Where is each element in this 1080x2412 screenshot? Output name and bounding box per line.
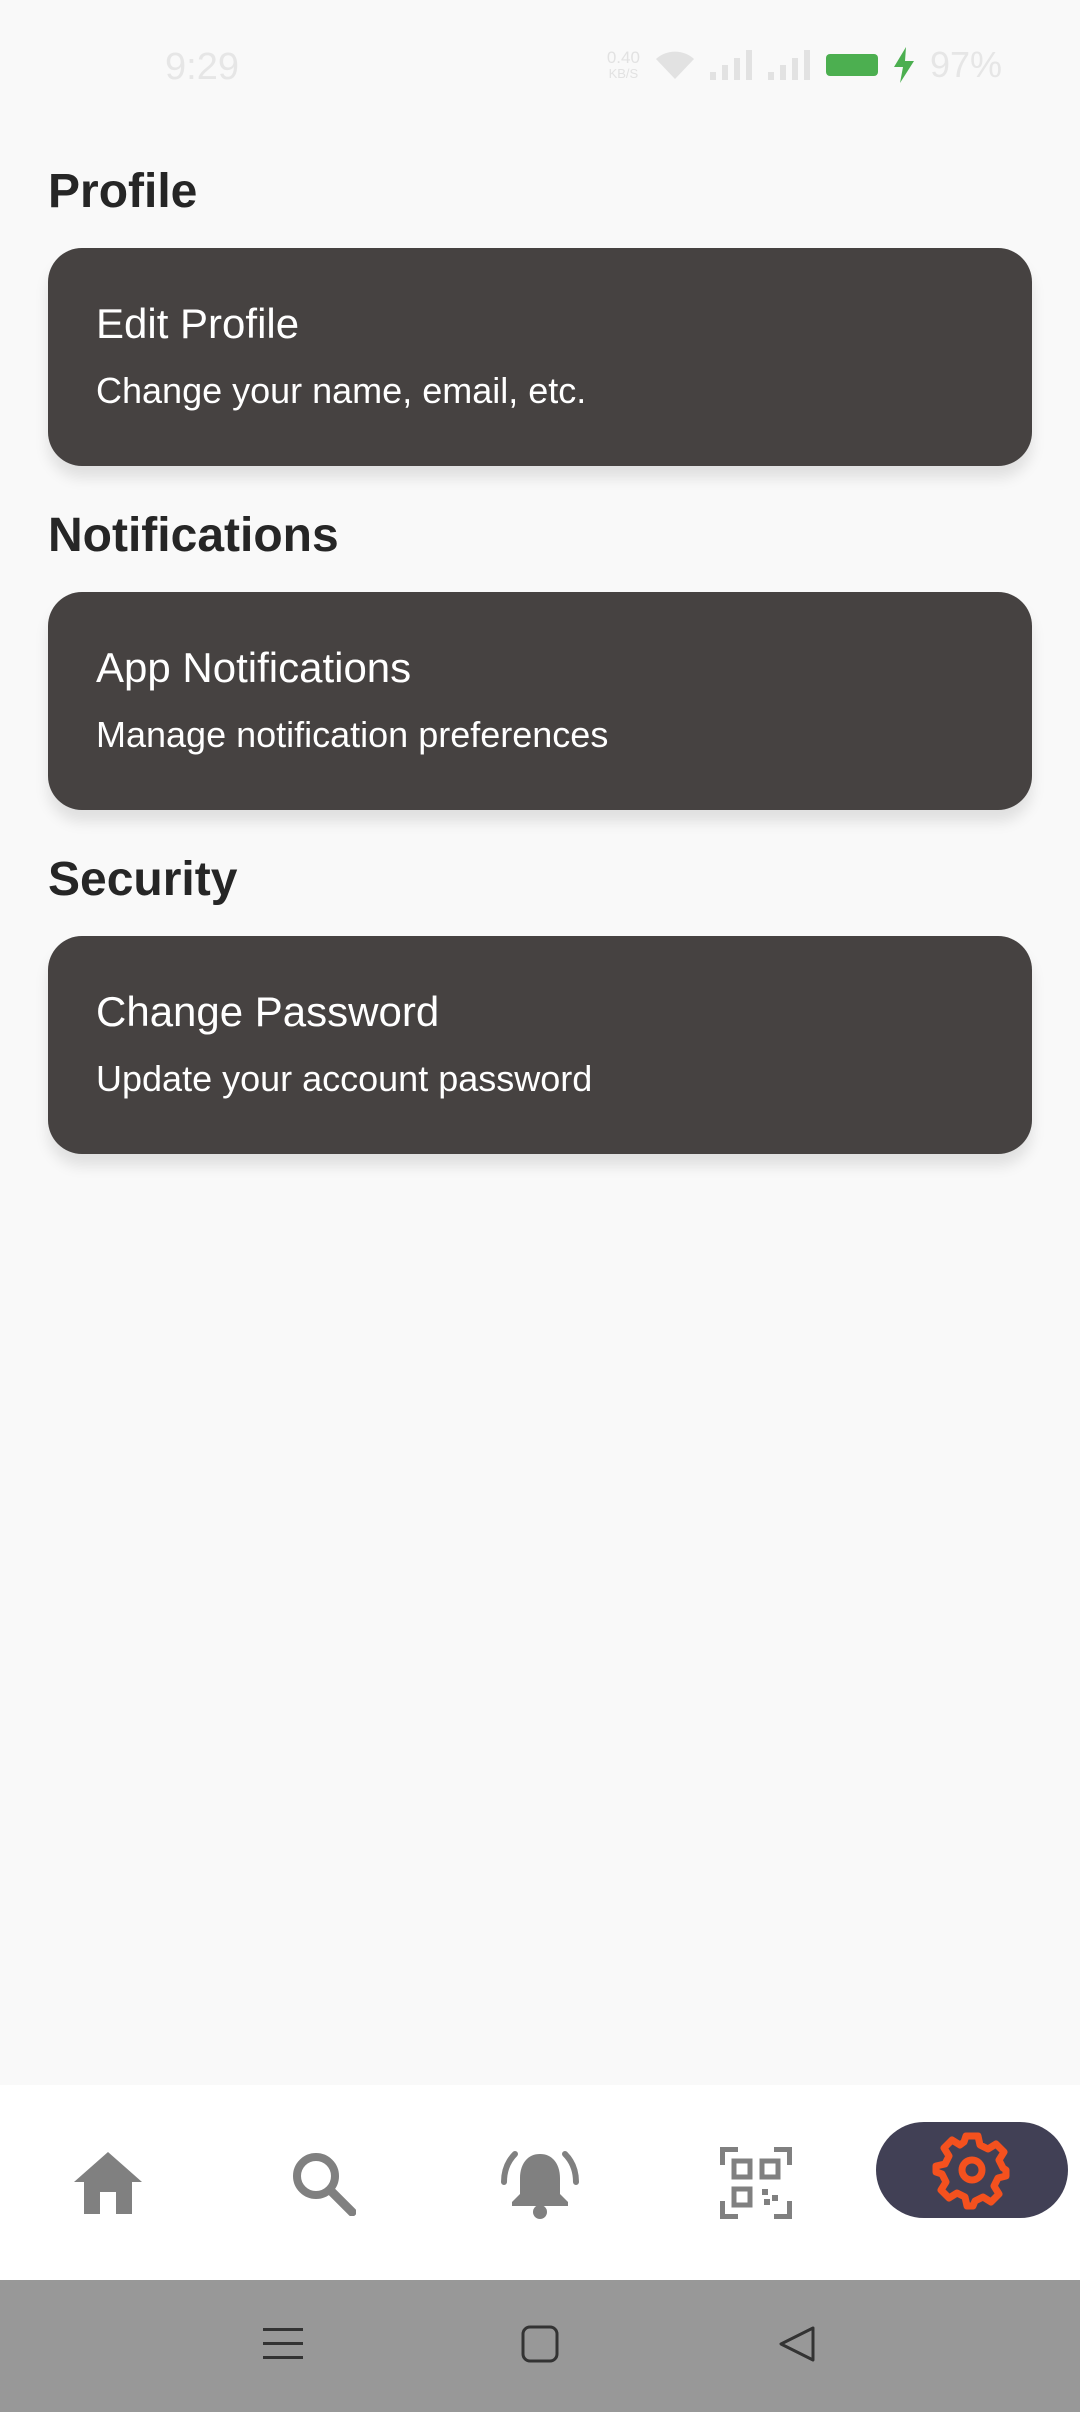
card-subtitle: Change your name, email, etc. <box>96 370 587 411</box>
system-recents-button[interactable] <box>223 2280 343 2412</box>
nav-notifications-button[interactable] <box>470 2085 610 2280</box>
network-speed: 0.40 KB/S <box>607 49 640 81</box>
network-speed-value: 0.40 <box>606 48 640 67</box>
menu-icon <box>263 2326 303 2367</box>
signal-icon-2 <box>767 50 812 80</box>
home-icon <box>72 2150 144 2216</box>
network-speed-unit: KB/S <box>608 66 639 81</box>
system-home-button[interactable] <box>480 2280 600 2412</box>
signal-icon-1 <box>709 50 754 80</box>
system-back-button[interactable] <box>737 2280 857 2412</box>
status-icons: 0.40 KB/S 97% <box>607 44 1002 86</box>
qr-code-icon <box>720 2146 792 2219</box>
nav-search-button[interactable] <box>253 2085 393 2280</box>
card-title: Edit Profile <box>96 300 300 347</box>
battery-percent: 97% <box>929 44 1002 85</box>
home-square-icon <box>520 2324 560 2369</box>
bell-icon <box>501 2146 579 2220</box>
nav-qr-scanner-button[interactable] <box>686 2085 826 2280</box>
bottom-navigation <box>0 2085 1080 2280</box>
section-title-security: Security <box>48 853 238 906</box>
back-triangle-icon <box>777 2324 817 2369</box>
card-subtitle: Manage notification preferences <box>96 714 609 755</box>
system-navigation-bar <box>0 2280 1080 2412</box>
app-notifications-card[interactable]: App Notifications Manage notification pr… <box>48 592 1032 810</box>
charging-bolt-icon <box>892 47 916 83</box>
status-bar: 9:29 0.40 KB/S 97% <box>0 0 1080 135</box>
edit-profile-card[interactable]: Edit Profile Change your name, email, et… <box>48 248 1032 466</box>
section-title-notifications: Notifications <box>48 509 339 562</box>
card-subtitle: Update your account password <box>96 1058 593 1099</box>
gear-icon <box>932 2130 1012 2210</box>
status-time: 9:29 <box>165 46 239 88</box>
change-password-card[interactable]: Change Password Update your account pass… <box>48 936 1032 1154</box>
nav-settings-button[interactable] <box>876 2122 1068 2218</box>
card-title: App Notifications <box>96 644 412 691</box>
section-title-profile: Profile <box>48 165 198 218</box>
wifi-icon <box>654 49 696 81</box>
battery-icon <box>825 54 878 76</box>
card-title: Change Password <box>96 988 440 1035</box>
nav-home-button[interactable] <box>38 2085 178 2280</box>
search-icon <box>290 2150 356 2216</box>
